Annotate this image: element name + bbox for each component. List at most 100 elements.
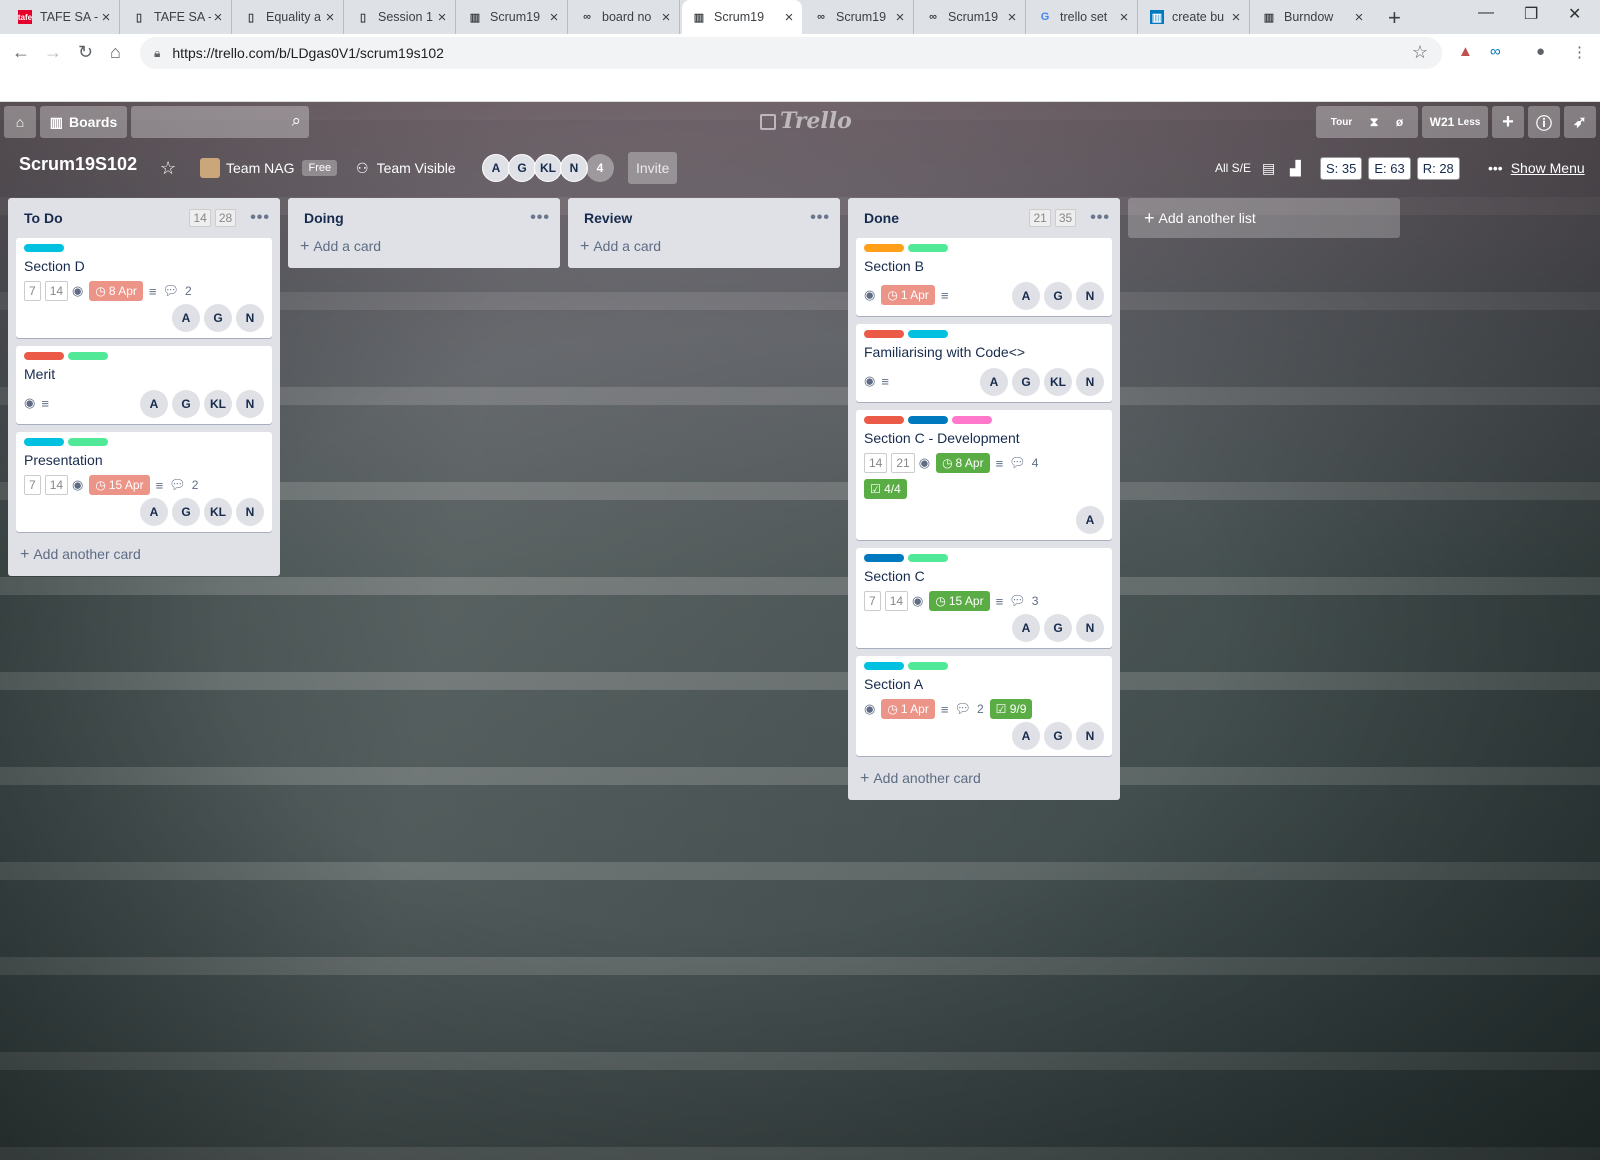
new-tab-icon[interactable]: + bbox=[1388, 5, 1401, 31]
chrome-menu-icon[interactable]: ⋮ bbox=[1572, 43, 1587, 61]
pdf-extension-icon[interactable]: ▲ bbox=[1458, 43, 1473, 60]
due-date-badge[interactable]: ◷ 8 Apr bbox=[89, 281, 143, 301]
member-avatar[interactable]: A bbox=[1012, 282, 1040, 310]
tab-tafe-sa-2[interactable]: ▯ TAFE SA - × bbox=[122, 0, 232, 34]
close-tab-icon[interactable]: × bbox=[1229, 9, 1243, 26]
member-avatar[interactable]: G bbox=[204, 304, 232, 332]
due-date-badge[interactable]: ◷ 15 Apr bbox=[89, 475, 150, 495]
member-avatar[interactable]: N bbox=[1076, 368, 1104, 396]
member-avatar[interactable]: KL bbox=[1044, 368, 1072, 396]
member-avatar[interactable]: A bbox=[482, 154, 510, 182]
due-date-badge[interactable]: ◷ 8 Apr bbox=[936, 453, 990, 473]
close-tab-icon[interactable]: × bbox=[782, 9, 796, 26]
member-avatar[interactable]: A bbox=[172, 304, 200, 332]
boards-button[interactable]: ▥ Boards bbox=[40, 106, 127, 138]
close-tab-icon[interactable]: × bbox=[1005, 9, 1019, 26]
due-date-badge[interactable]: ◷ 15 Apr bbox=[929, 591, 990, 611]
member-avatar[interactable]: KL bbox=[204, 498, 232, 526]
tab-burndown[interactable]: ▥ Burndow × bbox=[1252, 0, 1372, 34]
card-section-d[interactable]: Section D 7 14 ◉ ◷ 8 Apr ≡ 💬︎ 2 A G N bbox=[16, 238, 272, 338]
all-se-toggle[interactable]: All S/E bbox=[1215, 152, 1251, 184]
tab-equality[interactable]: ▯ Equality a × bbox=[234, 0, 344, 34]
member-avatar[interactable]: A bbox=[980, 368, 1008, 396]
member-avatar[interactable]: A bbox=[140, 498, 168, 526]
member-avatar[interactable]: G bbox=[1012, 368, 1040, 396]
member-avatar[interactable]: N bbox=[236, 498, 264, 526]
close-tab-icon[interactable]: × bbox=[211, 9, 225, 26]
card-section-c[interactable]: Section C 7 14 ◉ ◷ 15 Apr ≡ 💬︎ 3 A G N bbox=[856, 548, 1112, 648]
create-button[interactable]: + bbox=[1492, 106, 1524, 138]
board-title[interactable]: Scrum19S102 bbox=[19, 154, 137, 175]
tab-create-bu[interactable]: ▥ create bu × bbox=[1140, 0, 1250, 34]
add-card-button[interactable]: + Add another card bbox=[8, 540, 280, 572]
member-avatar[interactable]: A bbox=[1012, 722, 1040, 750]
visibility-button[interactable]: ⚇ Team Visible bbox=[356, 152, 456, 184]
member-avatar[interactable]: N bbox=[1076, 282, 1104, 310]
member-avatar[interactable]: G bbox=[1044, 614, 1072, 642]
back-icon[interactable]: ← bbox=[12, 42, 30, 63]
close-tab-icon[interactable]: × bbox=[99, 9, 113, 26]
card-section-a[interactable]: Section A ◉ ◷ 1 Apr ≡ 💬︎ 2 ☑ 9/9 A G N bbox=[856, 656, 1112, 756]
add-card-button[interactable]: + Add a card bbox=[288, 238, 560, 264]
star-board-icon[interactable]: ☆ bbox=[160, 152, 176, 184]
list-menu-icon[interactable]: ••• bbox=[530, 209, 550, 227]
close-tab-icon[interactable]: × bbox=[547, 9, 561, 26]
burndown-chart-icon[interactable]: ▟ bbox=[1290, 152, 1301, 184]
close-window-icon[interactable]: ✕ bbox=[1568, 4, 1581, 24]
show-menu-button[interactable]: ••• Show Menu bbox=[1488, 152, 1585, 184]
tab-scrum19-active[interactable]: ▥ Scrum19 × bbox=[682, 0, 802, 34]
member-avatar[interactable]: N bbox=[236, 390, 264, 418]
member-avatar[interactable]: N bbox=[1076, 722, 1104, 750]
member-avatar[interactable]: A bbox=[1012, 614, 1040, 642]
member-avatar[interactable]: N bbox=[560, 154, 588, 182]
close-tab-icon[interactable]: × bbox=[435, 9, 449, 26]
url-omnibox[interactable]: 🔒︎ https://trello.com/b/LDgas0V1/scrum19… bbox=[140, 37, 1442, 69]
card-familiarising[interactable]: Familiarising with Code<> ◉ ≡ A G KL N bbox=[856, 324, 1112, 402]
tab-scrum19-1[interactable]: ▥ Scrum19 × bbox=[458, 0, 568, 34]
tour-label[interactable]: Tour bbox=[1331, 117, 1352, 128]
reload-icon[interactable]: ↻ bbox=[78, 42, 93, 63]
tab-trello-set[interactable]: Gtrello set × bbox=[1028, 0, 1138, 34]
member-avatar[interactable]: A bbox=[1076, 506, 1104, 534]
team-button[interactable]: Team NAG Free bbox=[200, 152, 338, 184]
list-title[interactable]: Doing bbox=[304, 210, 344, 226]
card-presentation[interactable]: Presentation 7 14 ◉ ◷ 15 Apr ≡ 💬︎ 2 A G KL… bbox=[16, 432, 272, 532]
card-section-b[interactable]: Section B ◉ ◷ 1 Apr ≡ A G N bbox=[856, 238, 1112, 316]
member-avatar[interactable]: N bbox=[1076, 614, 1104, 642]
settings-icon[interactable]: ▤ bbox=[1262, 152, 1275, 184]
list-menu-icon[interactable]: ••• bbox=[1090, 209, 1110, 227]
add-card-button[interactable]: + Add another card bbox=[848, 764, 1120, 796]
member-avatar[interactable]: KL bbox=[534, 154, 562, 182]
member-avatar[interactable]: KL bbox=[204, 390, 232, 418]
scrum-tools[interactable]: Tour ⧗ ø bbox=[1316, 106, 1418, 138]
member-avatar[interactable]: G bbox=[1044, 722, 1072, 750]
tab-tafe-sa-1[interactable]: tafe TAFE SA - × bbox=[8, 0, 120, 34]
list-menu-icon[interactable]: ••• bbox=[810, 209, 830, 227]
search-input[interactable]: ⌕ bbox=[131, 106, 309, 138]
card-section-c-development[interactable]: Section C - Development 14 21 ◉ ◷ 8 Apr ≡… bbox=[856, 410, 1112, 540]
home-button[interactable]: ⌂ bbox=[4, 106, 36, 138]
member-avatar[interactable]: A bbox=[140, 390, 168, 418]
tab-scrum19-4[interactable]: ∞ Scrum19 × bbox=[916, 0, 1026, 34]
list-menu-icon[interactable]: ••• bbox=[250, 209, 270, 227]
trello-logo[interactable]: Trello bbox=[760, 108, 852, 134]
due-date-badge[interactable]: ◷ 1 Apr bbox=[881, 699, 935, 719]
restore-icon[interactable]: ❐ bbox=[1524, 4, 1538, 24]
card-merit[interactable]: Merit ◉ ≡ A G KL N bbox=[16, 346, 272, 424]
scrum-extension-icon[interactable]: ∞ bbox=[1490, 43, 1501, 60]
member-avatar[interactable]: N bbox=[236, 304, 264, 332]
minimize-icon[interactable]: — bbox=[1478, 4, 1494, 22]
list-title[interactable]: Done bbox=[864, 210, 899, 226]
forward-icon[interactable]: → bbox=[44, 42, 62, 63]
close-tab-icon[interactable]: × bbox=[1117, 9, 1131, 26]
tab-board-no[interactable]: ∞ board no × bbox=[570, 0, 680, 34]
tab-scrum19-3[interactable]: ∞ Scrum19 × bbox=[804, 0, 914, 34]
close-tab-icon[interactable]: × bbox=[323, 9, 337, 26]
close-tab-icon[interactable]: × bbox=[659, 9, 673, 26]
member-avatar[interactable]: G bbox=[172, 390, 200, 418]
invite-button[interactable]: Invite bbox=[628, 152, 678, 184]
info-button[interactable]: ⓘ bbox=[1528, 106, 1560, 138]
due-date-badge[interactable]: ◷ 1 Apr bbox=[881, 285, 935, 305]
close-tab-icon[interactable]: × bbox=[1352, 9, 1366, 26]
bookmark-star-icon[interactable]: ☆ bbox=[1412, 42, 1428, 63]
